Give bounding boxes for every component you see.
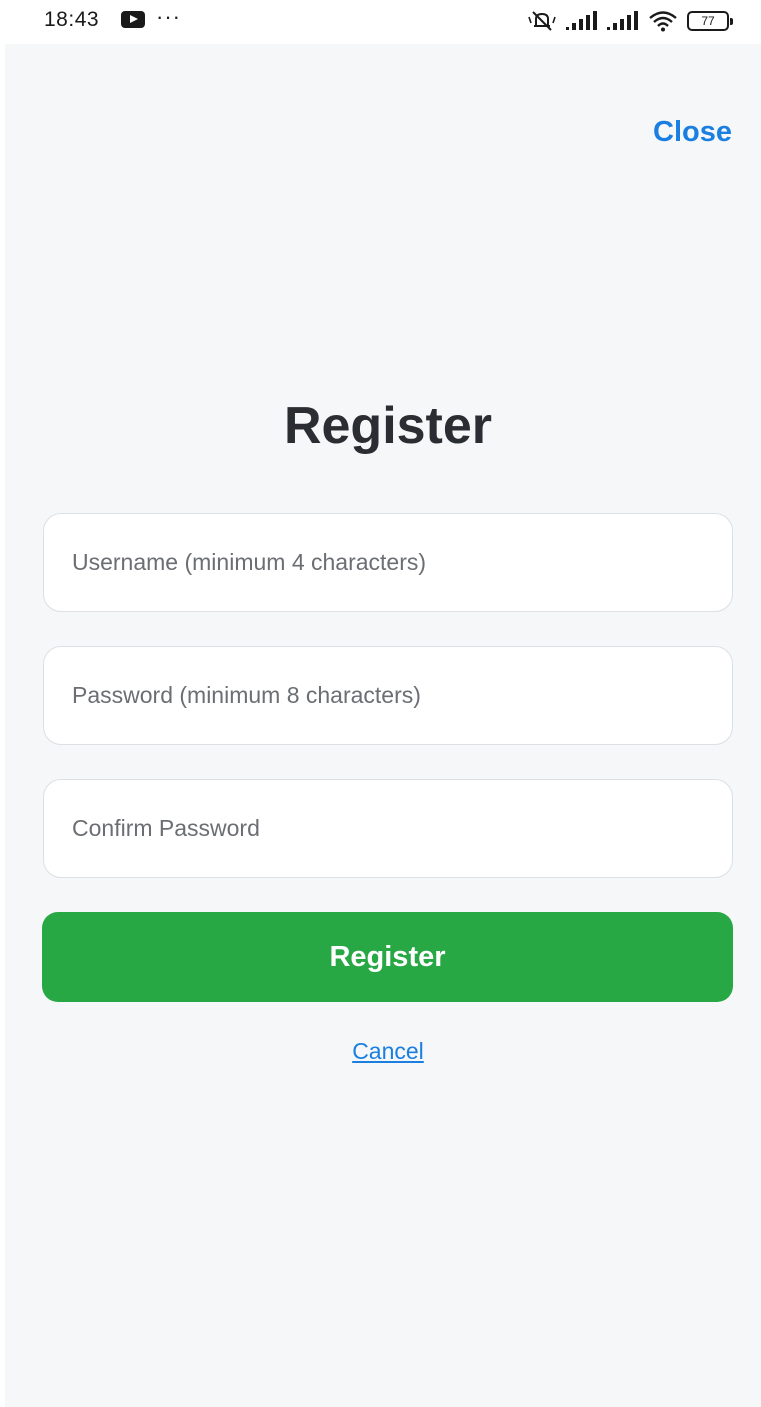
close-button[interactable]: Close (653, 116, 732, 149)
register-screen: Close Register Register Cancel (5, 44, 761, 1407)
youtube-icon (121, 11, 145, 28)
signal-icon (566, 11, 598, 31)
confirm-password-input[interactable] (43, 779, 733, 878)
register-button[interactable]: Register (42, 912, 733, 1002)
mute-icon (527, 9, 557, 33)
signal-icon (607, 11, 639, 31)
status-icons: 77 (527, 8, 733, 34)
more-notifications-icon: ··· (156, 4, 181, 29)
status-bar: 18:43 ··· 77 (0, 0, 761, 44)
password-input[interactable] (43, 646, 733, 745)
page-title: Register (283, 397, 493, 455)
battery-icon: 77 (687, 11, 733, 31)
wifi-icon (648, 10, 678, 32)
status-time: 18:43 (44, 8, 100, 31)
username-input[interactable] (43, 513, 733, 612)
cancel-link[interactable]: Cancel (5, 1038, 761, 1065)
